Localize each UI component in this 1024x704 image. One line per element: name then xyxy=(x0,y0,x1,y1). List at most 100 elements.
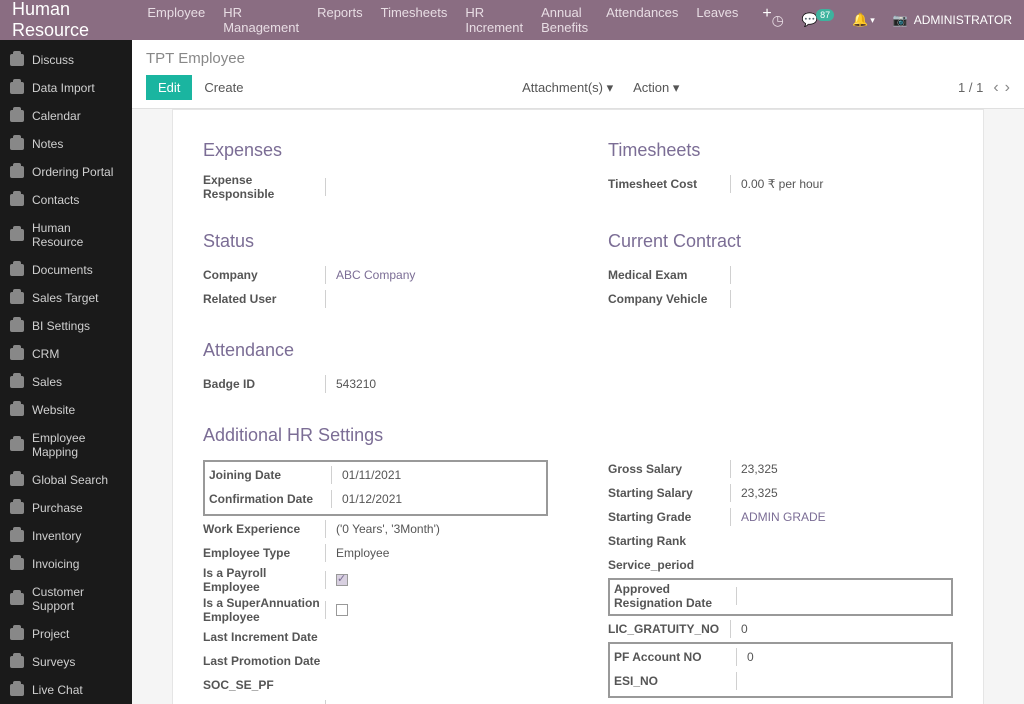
value-badge-id: 543210 xyxy=(325,375,548,393)
nav-hr-management[interactable]: HR Management xyxy=(223,5,299,35)
sidebar-item-ordering-portal[interactable]: Ordering Portal xyxy=(0,158,132,186)
sidebar-item-website[interactable]: Website xyxy=(0,396,132,424)
nav-reports[interactable]: Reports xyxy=(317,5,363,35)
add-menu-icon[interactable]: + xyxy=(762,5,771,35)
value-company[interactable]: ABC Company xyxy=(325,266,548,284)
label-super: Is a SuperAnnuation Employee xyxy=(203,596,325,624)
label-lic: LIC_GRATUITY_NO xyxy=(608,622,730,636)
label-emp-type: Employee Type xyxy=(203,546,325,560)
nav-attendances[interactable]: Attendances xyxy=(606,5,678,35)
nav-employee[interactable]: Employee xyxy=(147,5,205,35)
topbar: Human Resource Employee HR Management Re… xyxy=(0,0,1024,40)
sidebar-item-contacts[interactable]: Contacts xyxy=(0,186,132,214)
brand-title: Human Resource xyxy=(12,0,117,41)
sidebar-item-customer-support[interactable]: Customer Support xyxy=(0,578,132,620)
camera-icon: 📷 xyxy=(893,13,908,27)
app-icon xyxy=(10,684,24,696)
sidebar-item-discuss[interactable]: Discuss xyxy=(0,46,132,74)
label-timesheet-cost: Timesheet Cost xyxy=(608,177,730,191)
nav-annual-benefits[interactable]: Annual Benefits xyxy=(541,5,588,35)
label-pf: PF Account NO xyxy=(614,650,736,664)
action-dropdown[interactable]: Action ▾ xyxy=(633,80,679,96)
nav-timesheets[interactable]: Timesheets xyxy=(381,5,448,35)
label-expense-responsible: Expense Responsible xyxy=(203,173,325,201)
value-starting-grade[interactable]: ADMIN GRADE xyxy=(730,508,953,526)
app-icon xyxy=(10,138,24,150)
label-last-inc: Last Increment Date xyxy=(203,630,325,644)
value-pf: 0 xyxy=(736,648,947,666)
sidebar-item-crm[interactable]: CRM xyxy=(0,340,132,368)
sidebar-item-label: Global Search xyxy=(32,473,108,487)
value-emp-type: Employee xyxy=(325,544,548,562)
edit-button[interactable]: Edit xyxy=(146,75,192,100)
sidebar-item-label: Invoicing xyxy=(32,557,79,571)
sidebar-item-label: BI Settings xyxy=(32,319,90,333)
value-esi xyxy=(736,672,947,690)
section-expenses: Expenses xyxy=(203,140,548,161)
app-icon xyxy=(10,110,24,122)
value-super xyxy=(325,601,548,619)
user-menu[interactable]: 📷 ADMINISTRATOR xyxy=(893,13,1012,27)
app-icon xyxy=(10,54,24,66)
sidebar-item-inventory[interactable]: Inventory xyxy=(0,522,132,550)
pager-prev-icon[interactable]: ‹ xyxy=(993,79,998,97)
label-starting-sal: Starting Salary xyxy=(608,486,730,500)
app-icon xyxy=(10,376,24,388)
value-lic: 0 xyxy=(730,620,953,638)
app-icon xyxy=(10,166,24,178)
sidebar-item-label: Purchase xyxy=(32,501,83,515)
checkbox-super xyxy=(336,604,348,616)
sidebar-item-sales-target[interactable]: Sales Target xyxy=(0,284,132,312)
sidebar-item-live-chat[interactable]: Live Chat xyxy=(0,676,132,704)
label-soc: SOC_SE_PF xyxy=(203,678,325,692)
value-expense-responsible xyxy=(325,178,548,196)
sidebar-item-label: Data Import xyxy=(32,81,95,95)
sidebar-item-documents[interactable]: Documents xyxy=(0,256,132,284)
app-icon xyxy=(10,229,24,241)
nav-hr-increment[interactable]: HR Increment xyxy=(465,5,523,35)
sidebar-item-project[interactable]: Project xyxy=(0,620,132,648)
sidebar-item-notes[interactable]: Notes xyxy=(0,130,132,158)
sidebar-item-label: Customer Support xyxy=(32,585,122,613)
label-confirmation-date: Confirmation Date xyxy=(209,492,331,506)
app-icon xyxy=(10,558,24,570)
main-content: TPT Employee Edit Create Attachment(s) ▾… xyxy=(132,40,1024,704)
label-related-user: Related User xyxy=(203,292,325,306)
sidebar-item-invoicing[interactable]: Invoicing xyxy=(0,550,132,578)
sidebar-item-label: Website xyxy=(32,403,75,417)
label-medical: Medical Exam xyxy=(608,268,730,282)
badge-count: 87 xyxy=(816,9,834,21)
label-resignation: Approved Resignation Date xyxy=(614,582,736,610)
chevron-down-icon: ▾ xyxy=(870,15,875,26)
nav-leaves[interactable]: Leaves xyxy=(696,5,738,35)
app-icon xyxy=(10,194,24,206)
sidebar-item-sales[interactable]: Sales xyxy=(0,368,132,396)
app-icon xyxy=(10,404,24,416)
sidebar-item-employee-mapping[interactable]: Employee Mapping xyxy=(0,424,132,466)
messaging-icon[interactable]: 💬 87 xyxy=(802,12,834,28)
label-vehicle: Company Vehicle xyxy=(608,292,730,306)
notifications-dropdown[interactable]: 🔔 ▾ xyxy=(852,12,875,28)
app-icon xyxy=(10,439,24,451)
checkbox-payroll xyxy=(336,574,348,586)
topnav: Employee HR Management Reports Timesheet… xyxy=(147,5,771,35)
clock-icon[interactable]: ◷ xyxy=(772,12,784,29)
label-payroll: Is a Payroll Employee xyxy=(203,566,325,594)
sidebar-item-calendar[interactable]: Calendar xyxy=(0,102,132,130)
label-badge-id: Badge ID xyxy=(203,377,325,391)
label-rank: Starting Rank xyxy=(608,534,730,548)
attachments-dropdown[interactable]: Attachment(s) ▾ xyxy=(522,80,613,96)
bell-icon: 🔔 xyxy=(852,12,868,28)
sidebar-item-human-resource[interactable]: Human Resource xyxy=(0,214,132,256)
section-hr-settings: Additional HR Settings xyxy=(203,425,953,446)
sidebar-item-purchase[interactable]: Purchase xyxy=(0,494,132,522)
sidebar-item-label: Documents xyxy=(32,263,93,277)
sidebar-item-bi-settings[interactable]: BI Settings xyxy=(0,312,132,340)
create-button[interactable]: Create xyxy=(204,80,243,95)
sidebar-item-label: Ordering Portal xyxy=(32,165,113,179)
app-icon xyxy=(10,656,24,668)
pager-next-icon[interactable]: › xyxy=(1005,79,1010,97)
sidebar-item-data-import[interactable]: Data Import xyxy=(0,74,132,102)
sidebar-item-global-search[interactable]: Global Search xyxy=(0,466,132,494)
sidebar-item-surveys[interactable]: Surveys xyxy=(0,648,132,676)
